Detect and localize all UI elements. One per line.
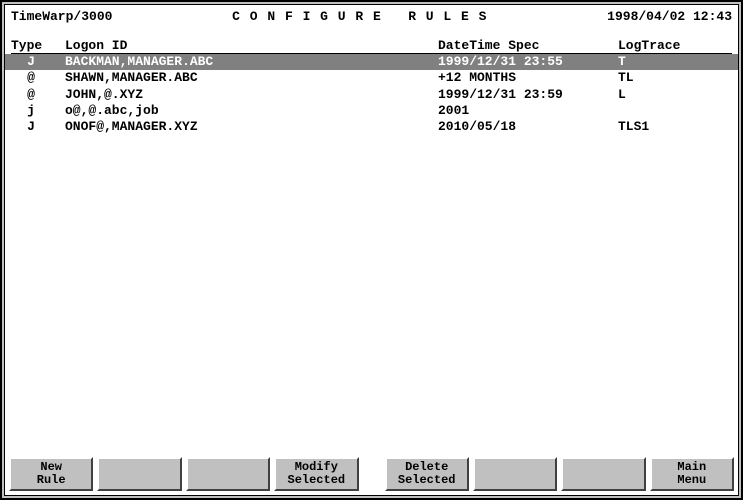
main-menu-button[interactable]: Main Menu (650, 457, 734, 491)
column-headers: Type Logon ID DateTime Spec LogTrace (5, 26, 738, 53)
f7-button[interactable] (561, 457, 645, 491)
f6-button[interactable] (473, 457, 557, 491)
modify-selected-button[interactable]: Modify Selected (274, 457, 358, 491)
cell-datetime: 2001 (438, 103, 618, 119)
new-rule-button[interactable]: New Rule (9, 457, 93, 491)
cell-datetime: 1999/12/31 23:55 (438, 54, 618, 70)
cell-datetime: 2010/05/18 (438, 119, 618, 135)
screen-title: C O N F I G U R E R U L E S (112, 9, 607, 24)
delete-selected-button[interactable]: Delete Selected (385, 457, 469, 491)
cell-logon: JOHN,@.XYZ (65, 87, 438, 103)
cell-type: J (11, 119, 65, 135)
col-logon: Logon ID (65, 38, 438, 53)
table-row[interactable]: @SHAWN,MANAGER.ABC+12 MONTHSTL (5, 70, 738, 86)
cell-logtrace: L (618, 87, 732, 103)
table-row[interactable]: JBACKMAN,MANAGER.ABC1999/12/31 23:55T (5, 54, 738, 70)
col-datetime: DateTime Spec (438, 38, 618, 53)
cell-type: @ (11, 87, 65, 103)
cell-datetime: +12 MONTHS (438, 70, 618, 86)
rules-list[interactable]: JBACKMAN,MANAGER.ABC1999/12/31 23:55T@SH… (5, 54, 738, 453)
cell-logtrace: TL (618, 70, 732, 86)
cell-type: j (11, 103, 65, 119)
function-key-bar: New Rule Modify Selected Delete Selected… (5, 453, 738, 495)
col-logtrace: LogTrace (618, 38, 732, 53)
f2-button[interactable] (97, 457, 181, 491)
app-title: TimeWarp/3000 (11, 9, 112, 24)
cell-logon: BACKMAN,MANAGER.ABC (65, 54, 438, 70)
cell-logon: SHAWN,MANAGER.ABC (65, 70, 438, 86)
table-row[interactable]: jo@,@.abc,job2001 (5, 103, 738, 119)
cell-logtrace: T (618, 54, 732, 70)
timestamp: 1998/04/02 12:43 (607, 9, 732, 24)
table-row[interactable]: @JOHN,@.XYZ1999/12/31 23:59L (5, 87, 738, 103)
cell-type: J (11, 54, 65, 70)
cell-logtrace (618, 103, 732, 119)
title-bar: TimeWarp/3000 C O N F I G U R E R U L E … (5, 5, 738, 26)
cell-logon: o@,@.abc,job (65, 103, 438, 119)
col-type: Type (11, 38, 65, 53)
table-row[interactable]: JONOF@,MANAGER.XYZ2010/05/18TLS1 (5, 119, 738, 135)
cell-datetime: 1999/12/31 23:59 (438, 87, 618, 103)
cell-logon: ONOF@,MANAGER.XYZ (65, 119, 438, 135)
cell-type: @ (11, 70, 65, 86)
button-gap (363, 457, 381, 491)
f3-button[interactable] (186, 457, 270, 491)
cell-logtrace: TLS1 (618, 119, 732, 135)
